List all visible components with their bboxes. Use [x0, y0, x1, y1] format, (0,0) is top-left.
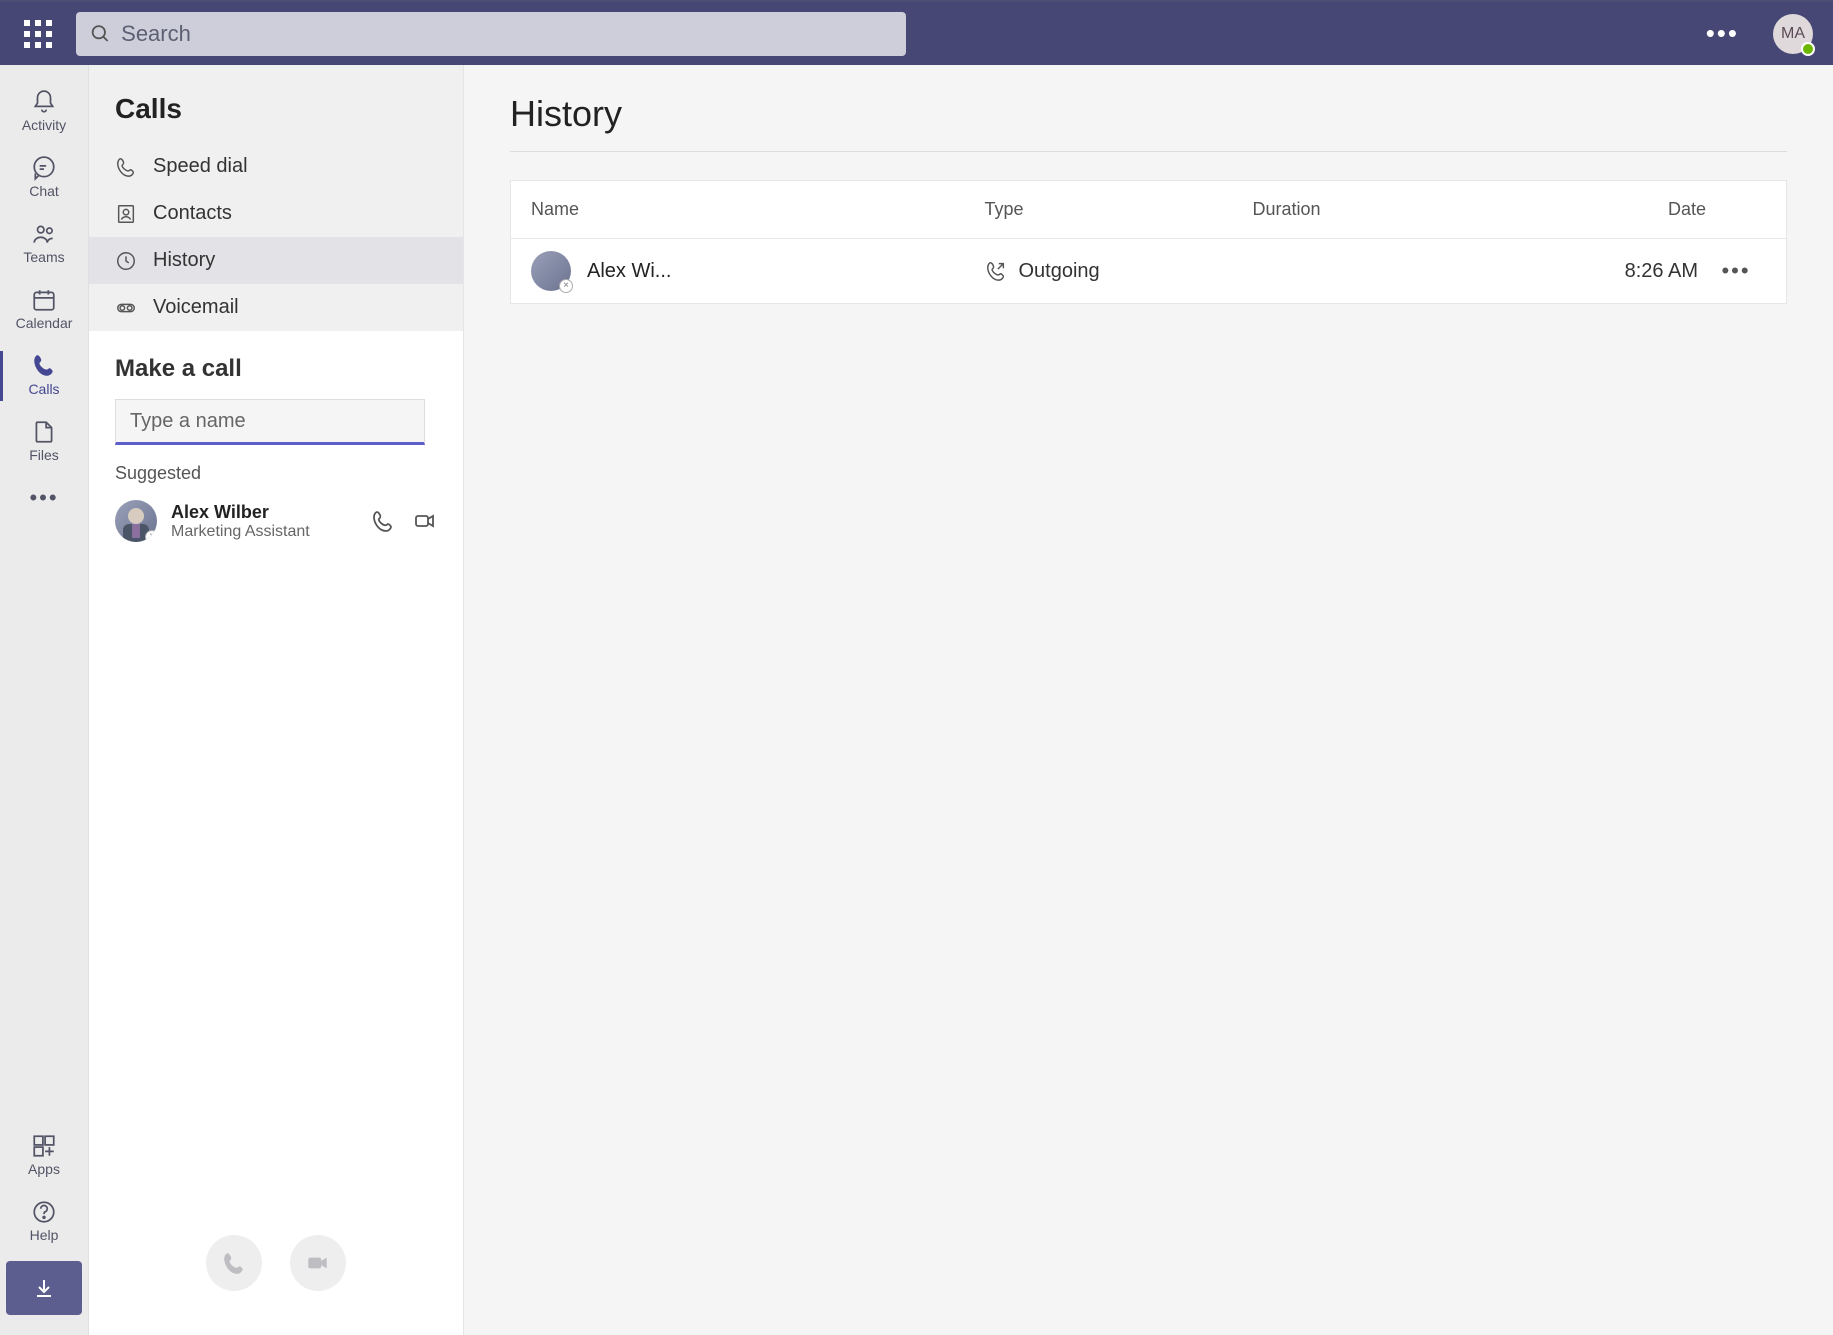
top-more-button[interactable]: •••: [1692, 18, 1753, 49]
rail-label: Calendar: [16, 315, 73, 331]
apps-icon: [31, 1133, 57, 1159]
contact-name: Alex Wilber: [171, 502, 357, 523]
nav-voicemail[interactable]: Voicemail: [89, 284, 463, 331]
col-type: Type: [985, 199, 1253, 220]
rail-help[interactable]: Help: [0, 1189, 89, 1255]
presence-available-icon: [1801, 42, 1815, 56]
col-date: Date: [1500, 199, 1706, 220]
phone-icon: [115, 156, 137, 178]
search-icon: [90, 23, 111, 45]
rail-activity[interactable]: Activity: [0, 79, 89, 145]
more-icon: •••: [29, 485, 58, 511]
top-bar: ••• MA: [0, 2, 1833, 65]
nav-label: History: [153, 249, 215, 272]
row-type-cell: Outgoing: [985, 260, 1253, 283]
rail-label: Help: [30, 1227, 59, 1243]
col-duration: Duration: [1252, 199, 1499, 220]
rail-files[interactable]: Files: [0, 409, 89, 475]
nav-label: Voicemail: [153, 296, 239, 319]
history-title: History: [510, 93, 1787, 152]
rail-label: Calls: [28, 381, 59, 397]
row-name-cell: Alex Wi...: [531, 251, 985, 291]
type-name-input[interactable]: [115, 399, 425, 445]
row-avatar: [531, 251, 571, 291]
rail-label: Teams: [23, 249, 64, 265]
rail-apps[interactable]: Apps: [0, 1123, 89, 1189]
outgoing-call-icon: [985, 260, 1007, 282]
calls-panel: Calls Speed dial Contacts History Voicem…: [89, 65, 464, 1335]
contact-role: Marketing Assistant: [171, 523, 321, 541]
row-more-button[interactable]: •••: [1706, 258, 1766, 284]
calls-nav: Speed dial Contacts History Voicemail: [89, 143, 463, 331]
clock-icon: [115, 250, 137, 272]
history-header-row: Name Type Duration Date: [511, 181, 1786, 239]
teams-icon: [31, 221, 57, 247]
phone-icon: [221, 1250, 247, 1276]
phone-icon: [31, 353, 57, 379]
rail-label: Activity: [22, 117, 66, 133]
bell-icon: [31, 89, 57, 115]
history-table: Name Type Duration Date Alex Wi... Outgo…: [510, 180, 1787, 304]
nav-label: Speed dial: [153, 155, 248, 178]
left-rail: Activity Chat Teams Calendar Calls Files…: [0, 65, 89, 1335]
download-button[interactable]: [6, 1261, 82, 1315]
suggested-label: Suggested: [115, 463, 437, 484]
history-panel: History Name Type Duration Date Alex Wi.…: [464, 65, 1833, 1335]
nav-label: Contacts: [153, 202, 232, 225]
rail-teams[interactable]: Teams: [0, 211, 89, 277]
video-icon: [305, 1250, 331, 1276]
row-type: Outgoing: [1019, 260, 1100, 283]
audio-call-button[interactable]: [206, 1235, 262, 1291]
contacts-icon: [115, 203, 137, 225]
help-icon: [31, 1199, 57, 1225]
row-date: 8:26 AM: [1500, 260, 1706, 283]
presence-offline-icon: [559, 279, 573, 293]
voicemail-icon: [115, 297, 137, 319]
search-box[interactable]: [76, 12, 906, 56]
history-row[interactable]: Alex Wi... Outgoing 8:26 AM •••: [511, 239, 1786, 303]
video-call-button[interactable]: [290, 1235, 346, 1291]
search-input[interactable]: [121, 21, 892, 47]
make-call-title: Make a call: [115, 355, 437, 383]
calls-title: Calls: [89, 65, 463, 143]
nav-speed-dial[interactable]: Speed dial: [89, 143, 463, 190]
suggested-contact[interactable]: Alex Wilber Marketing Assistant: [115, 494, 437, 548]
row-name: Alex Wi...: [587, 260, 671, 283]
presence-offline-icon: [145, 530, 157, 542]
file-icon: [31, 419, 57, 445]
profile-avatar[interactable]: MA: [1773, 14, 1813, 54]
contact-avatar: [115, 500, 157, 542]
video-call-icon[interactable]: [413, 509, 437, 533]
nav-contacts[interactable]: Contacts: [89, 190, 463, 237]
app-launcher-icon[interactable]: [20, 16, 56, 52]
make-a-call-section: Make a call Suggested Alex Wilber Market…: [89, 331, 463, 1335]
rail-calls[interactable]: Calls: [0, 343, 89, 409]
rail-label: Apps: [28, 1161, 60, 1177]
rail-calendar[interactable]: Calendar: [0, 277, 89, 343]
chat-icon: [31, 155, 57, 181]
calendar-icon: [31, 287, 57, 313]
nav-history[interactable]: History: [89, 237, 463, 284]
rail-chat[interactable]: Chat: [0, 145, 89, 211]
download-icon: [32, 1276, 56, 1300]
avatar-initials: MA: [1781, 25, 1805, 43]
rail-label: Chat: [29, 183, 59, 199]
audio-call-icon[interactable]: [371, 509, 395, 533]
rail-more[interactable]: •••: [0, 475, 89, 523]
col-name: Name: [531, 199, 985, 220]
rail-label: Files: [29, 447, 59, 463]
